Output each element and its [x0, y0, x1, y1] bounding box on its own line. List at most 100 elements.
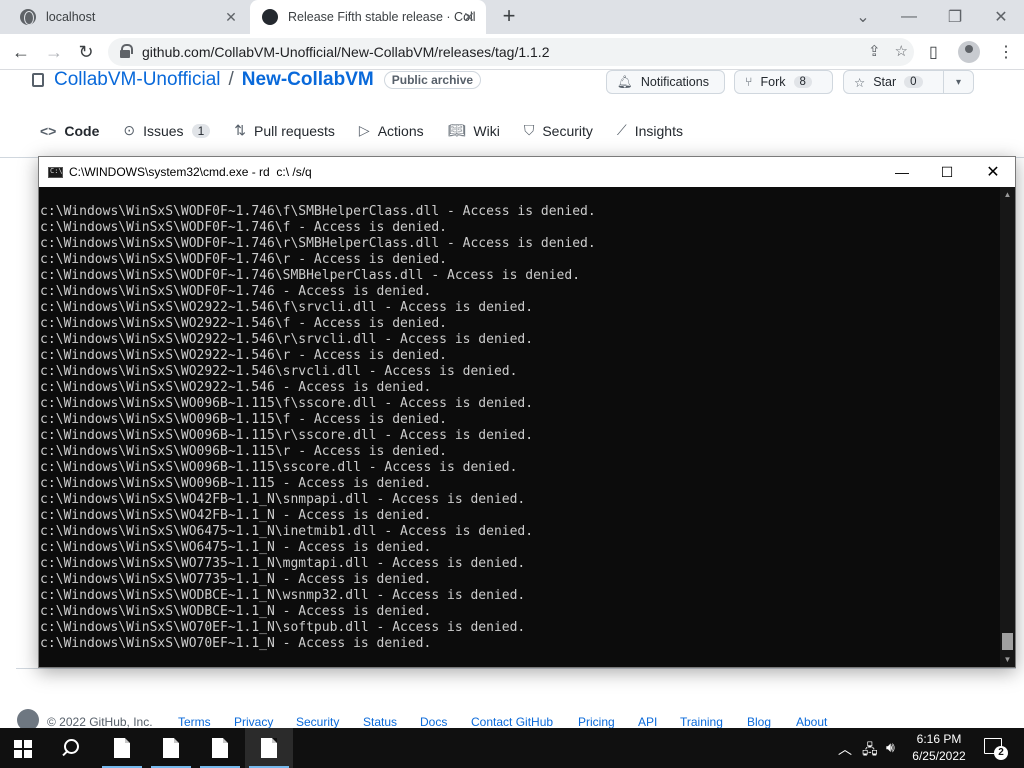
console-line: c:\Windows\WinSxS\WO2922~1.546\f - Acces…	[40, 316, 447, 331]
scroll-up-icon[interactable]: ▲	[1000, 187, 1015, 202]
notifications-label: Notifications	[640, 75, 709, 89]
issues-count: 1	[191, 123, 211, 138]
arrow-left-icon[interactable]: ←	[9, 40, 33, 64]
taskbar-app-2[interactable]	[147, 728, 195, 768]
footer-link-blog[interactable]: Blog	[747, 715, 771, 729]
console-line: c:\Windows\WinSxS\WO42FB~1.1_N\snmpapi.d…	[40, 492, 526, 507]
cmd-title-bar[interactable]: C:\WINDOWS\system32\cmd.exe - rd c:\ /s/…	[39, 157, 1015, 187]
new-tab-button[interactable]: +	[498, 5, 520, 28]
taskbar-app-4[interactable]	[245, 728, 293, 768]
close-window-icon[interactable]: ✕	[988, 4, 1014, 30]
tab-label: Issues	[143, 122, 184, 139]
close-icon[interactable]: ✕	[970, 157, 1016, 187]
taskbar-app-3[interactable]	[196, 728, 244, 768]
tab-localhost[interactable]: localhost ✕	[8, 0, 248, 34]
tab-pull-requests[interactable]: ⇅ Pull requests	[234, 122, 335, 139]
clock-date: 6/25/2022	[912, 749, 966, 763]
console-line: c:\Windows\WinSxS\WO096B~1.115\f - Acces…	[40, 412, 447, 427]
side-panel-icon[interactable]: ▯	[929, 42, 938, 62]
console-output[interactable]: c:\Windows\WinSxS\WODF0F~1.746\f\SMBHelp…	[39, 187, 1001, 667]
document-icon	[261, 738, 277, 758]
tab-release[interactable]: Release Fifth stable release · Coll ✕	[250, 0, 486, 34]
console-line: c:\Windows\WinSxS\WO70EF~1.1_N - Access …	[40, 636, 432, 651]
clock[interactable]: 6:16 PM 6/25/2022	[904, 731, 974, 765]
footer-link-docs[interactable]: Docs	[420, 715, 447, 729]
footer-link-terms[interactable]: Terms	[178, 715, 211, 729]
reload-icon[interactable]: ↻	[74, 40, 98, 64]
footer-link-contact[interactable]: Contact GitHub	[471, 715, 553, 729]
taskbar-app-1[interactable]	[98, 728, 146, 768]
tab-security[interactable]: ⛉ Security	[524, 122, 593, 139]
footer-link-about[interactable]: About	[796, 715, 827, 729]
console-line: c:\Windows\WinSxS\WODF0F~1.746\r - Acces…	[40, 252, 447, 267]
tab-label: Wiki	[473, 122, 500, 139]
search-icon[interactable]	[60, 736, 84, 760]
star-outline-icon[interactable]: ☆	[895, 42, 908, 60]
network-icon[interactable]: 🖧︎	[862, 739, 878, 763]
show-hidden-icons-chevron-icon[interactable]: ︿	[838, 739, 852, 759]
console-line: c:\Windows\WinSxS\WO2922~1.546\r - Acces…	[40, 348, 447, 363]
console-line: c:\Windows\WinSxS\WO2922~1.546\srvcli.dl…	[40, 364, 518, 379]
footer-link-security[interactable]: Security	[296, 715, 339, 729]
console-line: c:\Windows\WinSxS\WO2922~1.546\r\srvcli.…	[40, 332, 534, 347]
page-footer: © 2022 GitHub, Inc. Terms Privacy Securi…	[0, 706, 1024, 731]
footer-link-status[interactable]: Status	[363, 715, 397, 729]
star-dropdown-icon[interactable]: ▾	[943, 71, 973, 93]
close-icon[interactable]: ✕	[460, 8, 478, 26]
footer-link-training[interactable]: Training	[680, 715, 723, 729]
maximize-icon[interactable]: ☐	[924, 157, 970, 187]
share-icon[interactable]: ⇪	[868, 42, 881, 60]
browser-tab-strip: localhost ✕ Release Fifth stable release…	[0, 0, 1024, 34]
tab-code[interactable]: <> Code	[40, 122, 99, 139]
taskbar: ︿ 🖧︎ 🔊︎ 6:16 PM 6/25/2022 2	[0, 728, 1024, 768]
notification-count: 2	[994, 746, 1008, 760]
tab-label: Actions	[377, 122, 424, 139]
star-button[interactable]: ☆ Star 0 ▾	[843, 70, 974, 94]
windows-start-icon[interactable]	[14, 740, 32, 758]
console-scrollbar[interactable]: ▲ ▼	[1000, 187, 1015, 667]
tab-actions[interactable]: ▷ Actions	[359, 122, 424, 139]
profile-avatar-icon[interactable]	[958, 41, 980, 63]
arrow-right-icon[interactable]: →	[42, 40, 66, 64]
console-line: c:\Windows\WinSxS\WO6475~1.1_N\inetmib1.…	[40, 524, 534, 539]
scroll-down-icon[interactable]: ▼	[1000, 652, 1015, 667]
address-bar[interactable]: github.com/CollabVM-Unofficial/New-Colla…	[108, 38, 914, 66]
minimize-icon[interactable]: —	[896, 4, 922, 30]
console-line: c:\Windows\WinSxS\WODF0F~1.746\r\SMBHelp…	[40, 236, 596, 251]
footer-copyright: © 2022 GitHub, Inc.	[47, 715, 153, 729]
repo-name-link[interactable]: New-CollabVM	[242, 69, 374, 91]
minimize-icon[interactable]: —	[879, 157, 925, 187]
console-line: c:\Windows\WinSxS\WODF0F~1.746\f\SMBHelp…	[40, 204, 596, 219]
repo-nav: <> Code ⊙ Issues 1 ⇅ Pull requests ▷ Act…	[40, 122, 707, 139]
fork-count: 8	[793, 76, 812, 88]
cmd-window[interactable]: C:\WINDOWS\system32\cmd.exe - rd c:\ /s/…	[38, 156, 1016, 668]
console-line: c:\Windows\WinSxS\WO096B~1.115\r\sscore.…	[40, 428, 534, 443]
console-line: c:\Windows\WinSxS\WO096B~1.115\r - Acces…	[40, 444, 447, 459]
footer-link-privacy[interactable]: Privacy	[234, 715, 273, 729]
footer-link-pricing[interactable]: Pricing	[578, 715, 615, 729]
fork-button[interactable]: ⑂ Fork 8	[734, 70, 833, 94]
tab-issues[interactable]: ⊙ Issues 1	[123, 122, 211, 139]
close-icon[interactable]: ✕	[222, 8, 240, 26]
volume-icon[interactable]: 🔊︎	[886, 739, 895, 756]
kebab-menu-icon[interactable]: ⋮	[998, 42, 1014, 62]
repo-separator: /	[228, 69, 234, 90]
tab-wiki[interactable]: 📖︎ Wiki	[448, 122, 500, 139]
star-icon: ☆	[854, 75, 866, 90]
url-text: github.com/CollabVM-Unofficial/New-Colla…	[142, 44, 550, 60]
tab-label: Insights	[634, 122, 683, 139]
scroll-thumb[interactable]	[1002, 633, 1013, 650]
notifications-button[interactable]: 🔔︎ Notifications	[606, 70, 725, 94]
console-line: c:\Windows\WinSxS\WODF0F~1.746\f - Acces…	[40, 220, 447, 235]
repo-owner-link[interactable]: CollabVM-Unofficial	[54, 69, 221, 91]
tab-search-chevron-icon[interactable]: ⌄	[850, 4, 876, 30]
tab-insights[interactable]: ⟋ Insights	[617, 122, 683, 139]
console-icon	[48, 167, 63, 178]
console-line: c:\Windows\WinSxS\WODBCE~1.1_N - Access …	[40, 604, 432, 619]
footer-link-api[interactable]: API	[638, 715, 657, 729]
fork-label: Fork	[760, 75, 786, 89]
clock-time: 6:16 PM	[916, 732, 962, 746]
restore-icon[interactable]: ❐	[942, 4, 968, 30]
repo-icon	[32, 73, 44, 87]
document-icon	[212, 738, 228, 758]
